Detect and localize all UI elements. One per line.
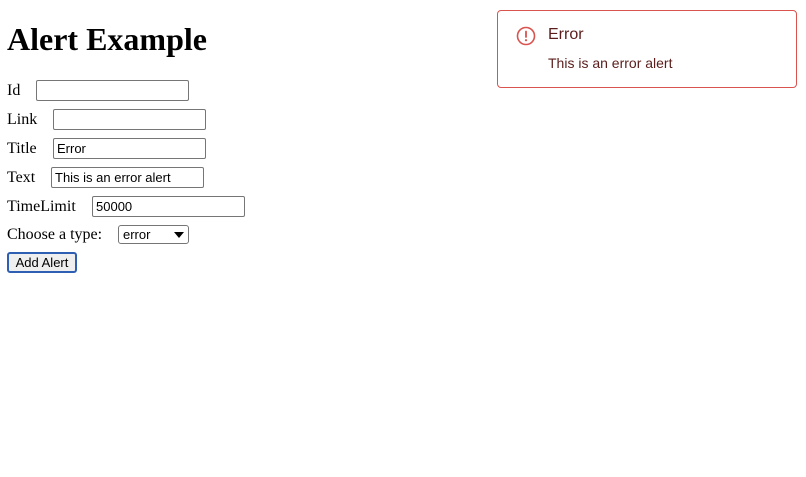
text-row: Text — [7, 167, 204, 188]
time-limit-label: TimeLimit — [7, 198, 76, 215]
link-label: Link — [7, 111, 38, 128]
time-limit-row: TimeLimit — [7, 196, 245, 217]
id-row: Id — [7, 80, 189, 101]
alert-title: Error — [548, 26, 584, 43]
error-alert: Error This is an error alert — [497, 10, 797, 88]
title-row: Title — [7, 138, 206, 159]
title-input[interactable] — [53, 138, 206, 159]
type-row: Choose a type: error — [7, 224, 189, 245]
type-select-value: error — [123, 227, 151, 242]
type-label: Choose a type: — [7, 226, 103, 243]
chevron-down-icon — [174, 231, 184, 238]
link-row: Link — [7, 109, 206, 130]
error-circle-icon — [515, 25, 537, 47]
link-input[interactable] — [53, 109, 206, 130]
type-select[interactable]: error — [118, 225, 189, 244]
id-label: Id — [7, 82, 21, 99]
add-alert-button[interactable]: Add Alert — [7, 252, 77, 273]
page-title: Alert Example — [7, 21, 207, 57]
id-input[interactable] — [36, 80, 189, 101]
time-limit-input[interactable] — [92, 196, 245, 217]
text-input[interactable] — [51, 167, 204, 188]
title-label: Title — [7, 140, 37, 157]
alert-message: This is an error alert — [548, 55, 673, 71]
text-label: Text — [7, 169, 36, 186]
